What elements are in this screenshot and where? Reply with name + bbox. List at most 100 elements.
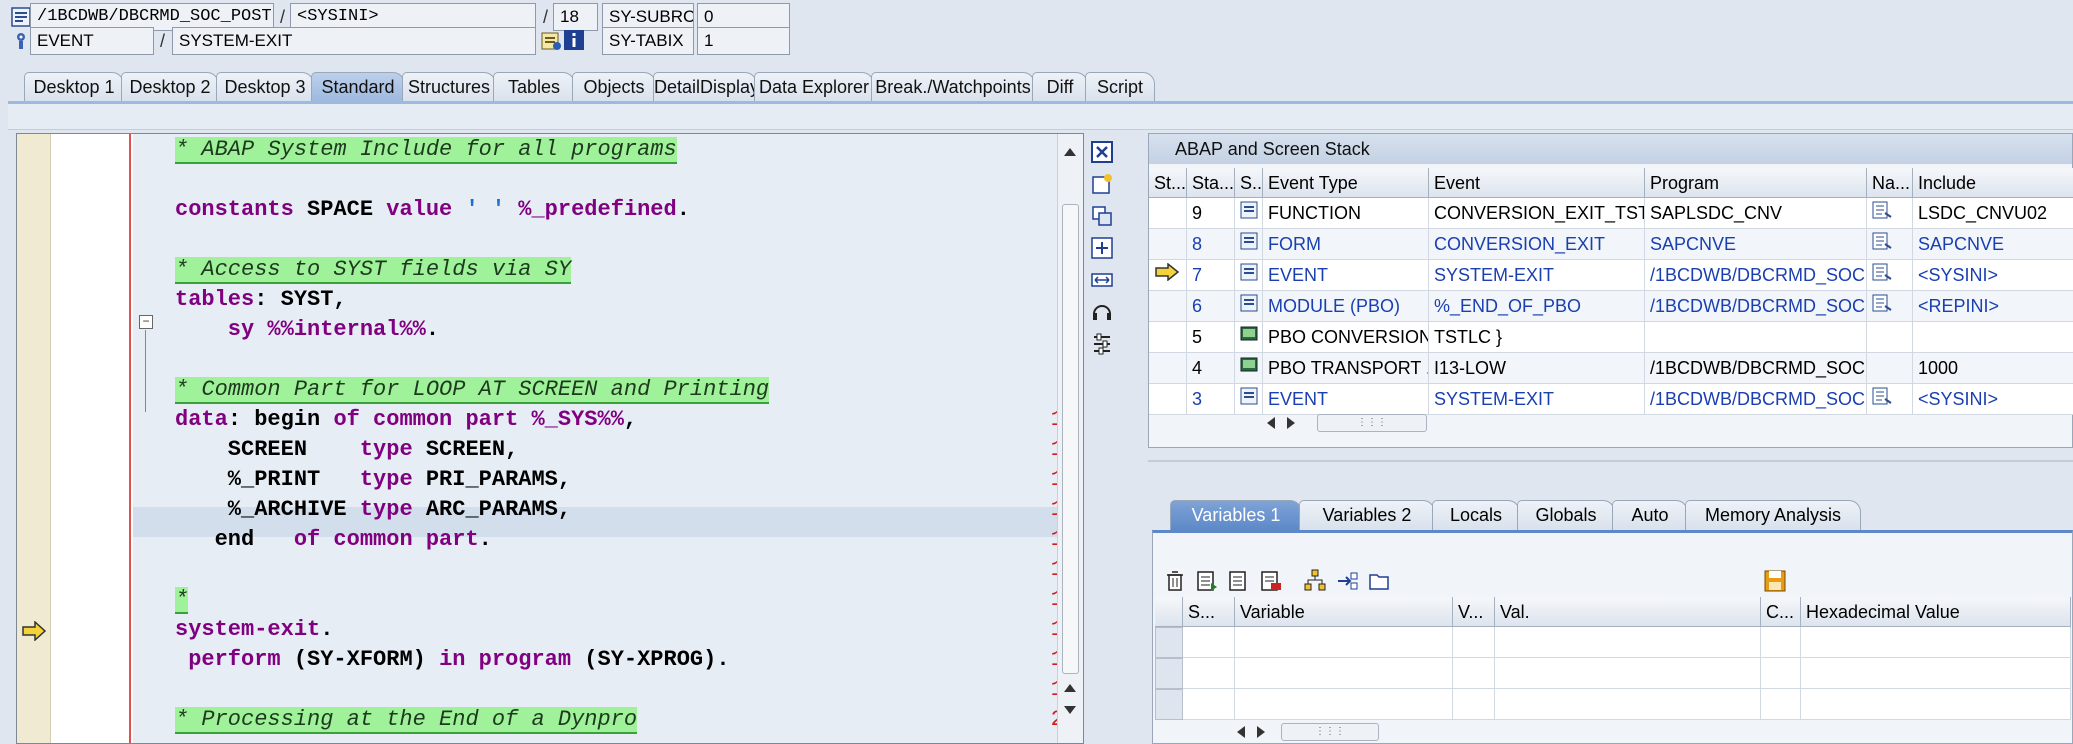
tab-objects[interactable]: Objects [572,72,656,102]
row-selector-header[interactable] [1155,597,1183,627]
stack-program[interactable]: SAPLSDC_CNV [1645,198,1867,229]
save-icon[interactable] [1763,569,1787,593]
copy-icon[interactable] [1090,204,1114,228]
tab-memory-analysis[interactable]: Memory Analysis [1685,500,1861,530]
navigate-icon[interactable] [1335,569,1359,593]
tab-tables[interactable]: Tables [493,72,575,102]
stack-level[interactable]: 6 [1187,291,1235,322]
header-include[interactable]: Include [1913,168,2073,198]
stack-hscroll-thumb[interactable]: ⋮⋮⋮ [1317,414,1427,432]
headset-icon[interactable] [1090,300,1114,324]
stack-event[interactable]: %_END_OF_PBO [1429,291,1645,322]
code-line[interactable]: 14 end of common part. [17,525,1083,555]
stack-include[interactable]: <SYSINI> [1913,384,2073,415]
new-icon[interactable] [1090,172,1114,196]
code-line[interactable]: 10data: begin of common part %_SYS%%, [17,405,1083,435]
stack-include[interactable]: <SYSINI> [1913,260,2073,291]
code-line[interactable]: 4 [17,225,1083,255]
event-type-field[interactable]: EVENT [30,27,154,55]
header-navigation[interactable]: Na... [1867,168,1913,198]
stack-program[interactable]: /1BCDWB/DBCRMD_SOC... [1645,291,1867,322]
delete-variable-icon[interactable] [1259,569,1283,593]
scroll-up-arrow[interactable] [1064,684,1076,692]
stack-event-type[interactable]: PBO TRANSPORT ... [1263,353,1429,384]
stack-include[interactable]: SAPCNVE [1913,229,2073,260]
header-event[interactable]: Event [1429,168,1645,198]
stack-event-type[interactable]: FORM [1263,229,1429,260]
source-code-editor[interactable]: 1* ABAP System Include for all programs2… [16,133,1084,744]
stack-program[interactable]: /1BCDWB/DBCRMD_SOC... [1645,384,1867,415]
delete-icon[interactable] [1163,569,1187,593]
variables-hscroll-thumb[interactable]: ⋮⋮⋮ [1281,723,1379,741]
info-icon[interactable] [563,29,585,51]
stack-level[interactable]: 9 [1187,198,1235,229]
stack-event-type[interactable]: EVENT [1263,260,1429,291]
code-line[interactable]: 1* ABAP System Include for all programs [17,135,1083,165]
row-selector[interactable] [1155,689,1183,720]
header-value[interactable]: Val. [1495,597,1761,627]
code-line[interactable]: 12 %_PRINT type PRI_PARAMS, [17,465,1083,495]
stack-event[interactable]: CONVERSION_EXIT_TST... [1429,198,1645,229]
stack-event[interactable]: CONVERSION_EXIT [1429,229,1645,260]
fold-toggle[interactable]: − [139,315,153,329]
tab-data-explorer[interactable]: Data Explorer [754,72,874,102]
tab-variables-1[interactable]: Variables 1 [1170,500,1302,530]
stack-event[interactable]: I13-LOW [1429,353,1645,384]
code-line[interactable]: 11 SCREEN type SCREEN, [17,435,1083,465]
scroll-left-arrow[interactable] [1235,725,1247,739]
stack-event-type[interactable]: EVENT [1263,384,1429,415]
code-line[interactable]: 3constants SPACE value ' ' %_predefined. [17,195,1083,225]
variable-list-icon[interactable] [1227,569,1251,593]
header-event-type[interactable]: Event Type [1263,168,1429,198]
stack-event[interactable]: SYSTEM-EXIT [1429,260,1645,291]
tab-desktop-1[interactable]: Desktop 1 [24,72,124,102]
code-line[interactable]: 5* Access to SYST fields via SY [17,255,1083,285]
tab-globals[interactable]: Globals [1517,500,1615,530]
stack-program[interactable] [1645,322,1867,353]
stack-level[interactable]: 7 [1187,260,1235,291]
tab-locals[interactable]: Locals [1432,500,1520,530]
code-line[interactable]: 13 %_ARCHIVE type ARC_PARAMS, [17,495,1083,525]
editor-vertical-scrollbar[interactable] [1057,134,1083,743]
stack-event-type[interactable]: FUNCTION [1263,198,1429,229]
tab-standard[interactable]: Standard [311,72,405,102]
tab-variables-2[interactable]: Variables 2 [1299,500,1435,530]
row-selector[interactable] [1155,627,1183,658]
code-line[interactable]: 15 [17,555,1083,585]
hierarchy-icon[interactable] [1303,569,1327,593]
stack-program[interactable]: /1BCDWB/DBCRMD_SOC... [1645,260,1867,291]
scroll-left-arrow[interactable] [1265,416,1277,430]
tab-breakpoints[interactable]: Break./Watchpoints [871,72,1035,102]
stack-level[interactable]: 4 [1187,353,1235,384]
code-line[interactable]: 18 perform (SY-XFORM) in program (SY-XPR… [17,645,1083,675]
code-line[interactable]: 6tables: SYST, [17,285,1083,315]
header-var-v[interactable]: V... [1453,597,1495,627]
line-field[interactable]: 18 [553,3,598,31]
code-line[interactable]: 8 [17,345,1083,375]
code-line[interactable]: 2 [17,165,1083,195]
stack-include[interactable]: 1000 [1913,353,2073,384]
width-icon[interactable] [1090,268,1114,292]
variable-input-cell[interactable] [1235,689,1453,720]
display-event-icon[interactable] [540,30,562,52]
tab-script[interactable]: Script [1085,72,1155,102]
navigate-icon[interactable] [1867,229,1913,260]
code-line[interactable]: 19 [17,675,1083,705]
event-field[interactable]: SYSTEM-EXIT [172,27,536,55]
code-line[interactable]: 16* [17,585,1083,615]
stack-program[interactable]: /1BCDWB/DBCRMD_SOC... [1645,353,1867,384]
header-variable[interactable]: Variable [1235,597,1453,627]
variable-input-cell[interactable] [1235,658,1453,689]
stack-event-type[interactable]: MODULE (PBO) [1263,291,1429,322]
code-line[interactable]: 9* Common Part for LOOP AT SCREEN and Pr… [17,375,1083,405]
header-var-c[interactable]: C... [1761,597,1801,627]
navigate-icon[interactable] [1867,198,1913,229]
stack-event[interactable]: SYSTEM-EXIT [1429,384,1645,415]
stack-level[interactable]: 5 [1187,322,1235,353]
code-line[interactable]: 20* Processing at the End of a Dynpro [17,705,1083,735]
stack-include[interactable]: <REPINI> [1913,291,2073,322]
header-var-s[interactable]: S... [1183,597,1235,627]
tab-desktop-2[interactable]: Desktop 2 [121,72,219,102]
tab-diff[interactable]: Diff [1032,72,1088,102]
scroll-thumb[interactable] [1062,204,1079,674]
